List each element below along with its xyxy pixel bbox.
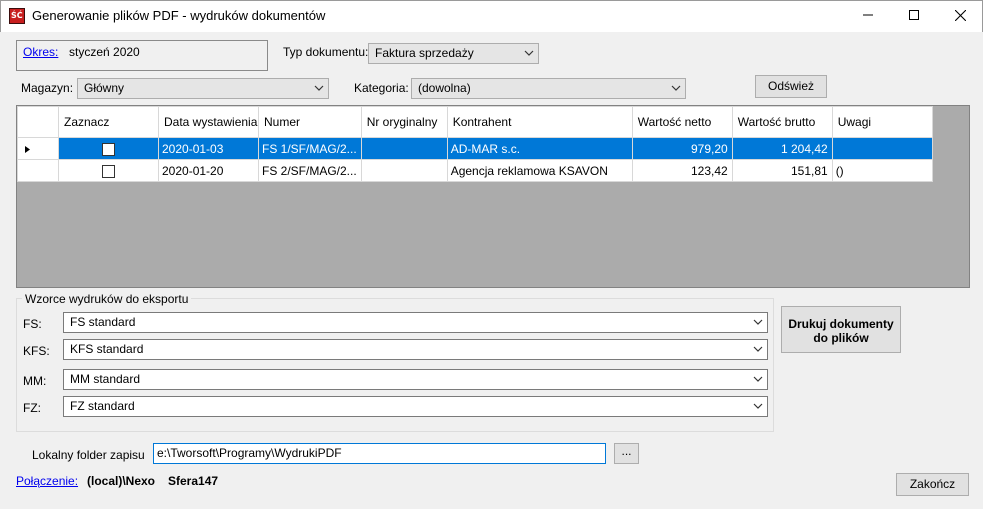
- category-label: Kategoria:: [354, 81, 409, 95]
- cell-gross-value: 1 204,42: [731, 137, 833, 160]
- maximize-icon[interactable]: [891, 0, 937, 31]
- close-icon[interactable]: [937, 0, 983, 31]
- cell-date: 2020-01-20: [158, 159, 259, 182]
- row-header-corner: [17, 106, 59, 138]
- template-fz-select[interactable]: FZ standard: [63, 396, 768, 417]
- row-checkbox-cell[interactable]: [58, 159, 159, 182]
- column-header-select[interactable]: Zaznacz: [58, 106, 159, 138]
- warehouse-value: Główny: [84, 81, 125, 95]
- cell-gross-value: 151,81: [731, 159, 833, 182]
- chevron-down-icon: [524, 50, 534, 56]
- template-mm-value: MM standard: [70, 372, 141, 386]
- folder-path-input[interactable]: e:\Tworsoft\Programy\WydrukiPDF: [153, 443, 606, 464]
- cell-date: 2020-01-03: [158, 137, 259, 160]
- row-header[interactable]: [17, 137, 59, 160]
- cell-contractor: Agencja reklamowa KSAVON: [446, 159, 633, 182]
- templates-group-title: Wzorce wydruków do eksportu: [22, 292, 192, 306]
- current-row-arrow-icon: [25, 145, 30, 153]
- window-title: Generowanie plików PDF - wydruków dokume…: [32, 8, 326, 23]
- category-select[interactable]: (dowolna): [411, 78, 686, 99]
- browse-folder-button[interactable]: ...: [614, 443, 639, 464]
- document-type-select[interactable]: Faktura sprzedaży: [368, 43, 539, 64]
- chevron-down-icon: [314, 85, 324, 91]
- template-kfs-select[interactable]: KFS standard: [63, 339, 768, 360]
- column-header-gross-value[interactable]: Wartość brutto: [731, 106, 833, 138]
- template-mm-label: MM:: [23, 374, 47, 388]
- documents-table: Zaznacz Data wystawienia Numer Nr orygin…: [17, 106, 933, 182]
- refresh-button[interactable]: Odśwież: [755, 75, 827, 98]
- row-checkbox-cell[interactable]: [58, 137, 159, 160]
- cell-original-number: [360, 137, 448, 160]
- template-kfs-label: KFS:: [23, 344, 50, 358]
- cell-notes: [831, 137, 933, 160]
- cell-number: FS 1/SF/MAG/2...: [258, 137, 362, 160]
- row-checkbox[interactable]: [101, 142, 115, 156]
- document-type-value: Faktura sprzedaży: [375, 46, 474, 60]
- column-header-net-value[interactable]: Wartość netto: [631, 106, 733, 138]
- table-header-row: Zaznacz Data wystawienia Numer Nr orygin…: [17, 106, 933, 138]
- category-value: (dowolna): [418, 81, 471, 95]
- warehouse-label: Magazyn:: [21, 81, 74, 95]
- cell-notes: (): [831, 159, 933, 182]
- template-mm-select[interactable]: MM standard: [63, 369, 768, 390]
- connection-server: (local)\Nexo: [87, 474, 156, 488]
- cell-number: FS 2/SF/MAG/2...: [258, 159, 362, 182]
- template-fs-select[interactable]: FS standard: [63, 312, 768, 333]
- chevron-down-icon: [753, 376, 763, 382]
- column-header-date[interactable]: Data wystawienia: [158, 106, 259, 138]
- folder-label: Lokalny folder zapisu: [32, 448, 145, 462]
- document-type-label: Typ dokumentu:: [283, 45, 369, 59]
- period-value: styczeń 2020: [69, 45, 140, 59]
- cell-original-number: [360, 159, 448, 182]
- chevron-down-icon: [671, 85, 681, 91]
- row-header[interactable]: [17, 159, 59, 182]
- template-kfs-value: KFS standard: [70, 342, 144, 356]
- column-header-notes[interactable]: Uwagi: [831, 106, 933, 138]
- column-header-number[interactable]: Numer: [258, 106, 362, 138]
- documents-grid[interactable]: Zaznacz Data wystawienia Numer Nr orygin…: [16, 105, 970, 288]
- row-checkbox[interactable]: [101, 164, 115, 178]
- print-to-files-button[interactable]: Drukuj dokumenty do plików: [781, 306, 901, 353]
- minimize-icon[interactable]: [845, 0, 891, 31]
- chevron-down-icon: [753, 403, 763, 409]
- period-link[interactable]: Okres:: [23, 45, 58, 59]
- column-header-original-number[interactable]: Nr oryginalny: [360, 106, 448, 138]
- chevron-down-icon: [753, 319, 763, 325]
- template-fz-label: FZ:: [23, 401, 41, 415]
- cell-contractor: AD-MAR s.c.: [446, 137, 633, 160]
- cell-net-value: 979,20: [631, 137, 733, 160]
- close-button[interactable]: Zakończ: [896, 473, 969, 496]
- template-fs-value: FS standard: [70, 315, 136, 329]
- app-logo-icon: [9, 8, 25, 24]
- warehouse-select[interactable]: Główny: [77, 78, 329, 99]
- table-row[interactable]: 2020-01-20 FS 2/SF/MAG/2... Agencja rekl…: [17, 159, 933, 182]
- template-fs-label: FS:: [23, 317, 42, 331]
- cell-net-value: 123,42: [631, 159, 733, 182]
- connection-link[interactable]: Połączenie:: [16, 474, 78, 488]
- connection-database: Sfera147: [168, 474, 219, 488]
- column-header-contractor[interactable]: Kontrahent: [446, 106, 633, 138]
- table-row[interactable]: 2020-01-03 FS 1/SF/MAG/2... AD-MAR s.c. …: [17, 137, 933, 160]
- template-fz-value: FZ standard: [70, 399, 135, 413]
- chevron-down-icon: [753, 346, 763, 352]
